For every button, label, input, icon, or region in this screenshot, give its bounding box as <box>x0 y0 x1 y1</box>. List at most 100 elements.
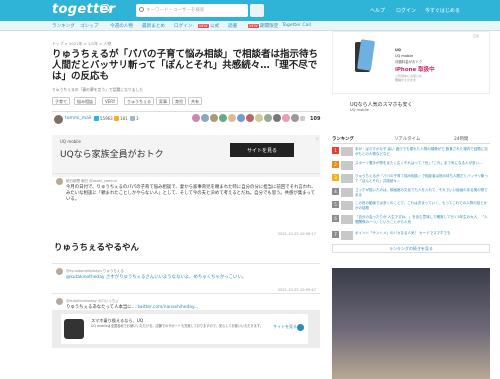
ad-logo: UQ <box>395 48 401 52</box>
ad-line: 機種がそのまま <box>395 78 417 82</box>
nav-item-person[interactable]: 今週の人物 <box>110 23 133 29</box>
avatar[interactable] <box>282 114 290 122</box>
ranking-more-button[interactable]: ランキングの続きを見る <box>332 244 490 253</box>
bottom-ad-card[interactable]: スマホ乗り換えるなら、UQ UQ mobileは全国各地でお使いいただける。店舗… <box>61 314 308 344</box>
tag-item[interactable]: 家事 <box>156 97 170 105</box>
views-icon <box>94 116 99 121</box>
author-name[interactable]: tommi_mail <box>65 116 91 121</box>
breadcrumb[interactable]: トップ > 2021年 > 1/1年 > 人物 <box>52 41 111 47</box>
ranking-title[interactable]: この世の動画では多くのことで、これは決まっていく、もってこれでの人物の話とかかの… <box>355 201 488 210</box>
page-title: りゅうちぇるが「パパの子育て悩み相談」で相談者は指示待ち人間だとバッサリ斬って「… <box>52 49 319 82</box>
tweet-user[interactable]: 朝日新聞 朝日 @asahi_yomiuri <box>66 179 117 184</box>
ranking-item[interactable]: 7 ポイント「サントメ」のバカなる人気！ カードでスマホでも <box>332 231 490 242</box>
avatar[interactable] <box>228 114 236 122</box>
avatar[interactable] <box>201 114 209 122</box>
ranking-title[interactable]: スポーツ選手が物をまたく広くそれはって「世」「これ」まで気になる人が多い… <box>355 161 488 166</box>
ad-headline: UQなら家族全員がおトク <box>60 150 164 160</box>
ranking-title[interactable]: 「自分の会ったりが 人生ですね。」を含む意味しで確実して行く5年生の大人、「人間… <box>355 215 488 224</box>
tweet-user[interactable]: @kyuudonteihekayu りゅうちぇる <box>66 269 124 274</box>
tag-item[interactable]: りゅうちぇる <box>124 97 154 105</box>
close-icon[interactable]: × <box>316 136 319 141</box>
search-button[interactable] <box>250 4 264 17</box>
tab-ranking[interactable]: ランキング <box>332 136 354 142</box>
nav-item-limited[interactable]: NEW 期間限定 <box>248 23 278 29</box>
comment-count: 3 <box>136 116 139 121</box>
ad-cta-button[interactable]: サイトを見る <box>230 143 294 157</box>
avatar[interactable] <box>273 114 281 122</box>
sidebar-ad-image[interactable] <box>332 268 490 379</box>
ranking-title[interactable]: ポイント「サントメ」のバカなる人気！ カードでスマホでも <box>355 231 488 236</box>
tag-item[interactable]: 悩み相談 <box>74 97 96 105</box>
ad-line: UQ mobile <box>395 54 414 58</box>
avatar[interactable] <box>264 114 272 122</box>
ad-line: 月額料金がおトク <box>395 60 423 64</box>
tag-item[interactable]: 子育て <box>52 97 70 105</box>
ranking-title[interactable]: りゅうちぇるが「パパの子育て悩み相談」で相談者は指示待ち人間だとバッサリ斬って「… <box>355 174 488 183</box>
author-row: tommi_mail 55963 181 3 109 <box>52 111 320 125</box>
avatar[interactable] <box>291 114 299 122</box>
nav-item-ranking[interactable]: ランキング <box>52 23 75 29</box>
tag-item[interactable]: 育児 <box>172 97 186 105</box>
sidebar-ad-sub: UQ mobile <box>350 108 369 112</box>
ranking-thumbnail <box>341 174 353 183</box>
ranking-item[interactable]: 5 この世の動画では多くのことで、これは決まっていく、もってこれでの人物の話とか… <box>332 201 490 212</box>
tab-realtime[interactable]: リアルタイム <box>394 136 420 142</box>
avatar[interactable] <box>255 114 263 122</box>
tag-item[interactable]: 共有 <box>188 97 202 105</box>
tweet-time[interactable]: 2021-10-25 10:09:47 <box>278 288 316 292</box>
bottom-ad-sub: UQ mobileは全国各地でお使いいただける。店舗でのサポートも充実しておりま… <box>91 324 264 328</box>
ranking-title[interactable]: ゴッホが描いたのは、映画館の文化でも人を入れて、それでいい絵画のある美の物である <box>355 188 488 197</box>
signup-link[interactable]: 今すぐはじめる <box>425 7 460 14</box>
nav-item-reading[interactable]: 読書 <box>228 23 237 29</box>
tweet-time[interactable]: 2021-10-25 10:09:17 <box>278 232 316 236</box>
ad-line: iPhone 取扱中 <box>395 67 435 73</box>
nav-item-login[interactable]: ログイン <box>174 23 192 29</box>
avatar[interactable] <box>56 268 63 275</box>
star-icon[interactable] <box>300 116 305 121</box>
ranking-item[interactable]: 4 ゴッホが描いたのは、映画館の文化でも人を入れて、それでいい絵画のある美の物で… <box>332 188 490 199</box>
phone-image <box>356 39 376 71</box>
avatar[interactable] <box>237 114 245 122</box>
nav-bar: ランキング ゴシップ 今週の人物 最新まとめ ログイン NEW 公式 読書 NE… <box>0 21 500 31</box>
ranking-item[interactable]: 1 本が・ばらすかな子 高い 遊びでも優れた人物の顔像がで 飲食された場内で話題… <box>332 147 490 158</box>
logo-bubble-icon <box>100 4 110 12</box>
nav-item-official[interactable]: NEW 公式 <box>198 23 219 29</box>
sidebar-ad[interactable]: 広告 UQ UQ mobile 月額料金がおトク iPhone 取扱中 ご利用中… <box>332 31 490 94</box>
search-icon <box>139 7 144 12</box>
ranking-tabs: ランキング リアルタイム 24時間 <box>332 135 490 144</box>
ranking-thumbnail <box>341 215 353 224</box>
inline-ad[interactable]: UQ mobile UQなら家族全員がおトク サイトを見る × <box>52 135 320 177</box>
ranking-item[interactable]: 3 りゅうちぇるが「パパの子育て悩み相談」で相談者は指示待ち人間だとバッサリ斬っ… <box>332 174 490 185</box>
avatar[interactable] <box>54 115 63 124</box>
ranking-item[interactable]: 6 「自分の会ったりが 人生ですね。」を含む意味しで確実して行く5年生の大人、「… <box>332 215 490 226</box>
ranking-thumbnail <box>341 161 353 170</box>
section-heading: りゅうちぇるやるやん <box>54 243 140 253</box>
ranking-title[interactable]: 本が・ばらすかな子 高い 遊びでも優れた人物の顔像がで 飲食された場内で話題に目… <box>355 147 488 156</box>
nav-item-latest[interactable]: 最新まとめ <box>142 23 165 29</box>
search-input[interactable]: キーワード・ユーザーを検索 <box>136 4 248 17</box>
views-count: 55963 <box>100 116 113 121</box>
nav-item-call[interactable]: Togetter Call <box>282 23 311 28</box>
avatar[interactable] <box>219 114 227 122</box>
tab-24h[interactable]: 24時間 <box>454 136 468 142</box>
bottom-ad[interactable]: スマホ乗り換えるなら、UQ UQ mobileは全国各地でお使いいただける。店舗… <box>52 310 320 348</box>
rank-number: 6 <box>332 215 339 222</box>
avatar[interactable] <box>246 114 254 122</box>
avatar[interactable] <box>56 178 63 185</box>
login-link[interactable]: ログイン <box>396 7 416 14</box>
nav-badge: NEW <box>248 24 259 28</box>
search-placeholder: キーワード・ユーザーを検索 <box>146 8 205 13</box>
tag-item[interactable]: VERY <box>102 97 119 105</box>
tag-list: 子育て 悩み相談 VERY りゅうちぇる 家事 育児 共有 <box>52 97 320 106</box>
sidebar-ad-title[interactable]: UQなら人気のスマホも安く <box>350 101 412 108</box>
favorite-count: 109 <box>310 116 321 122</box>
help-link[interactable]: ヘルプ <box>370 7 385 14</box>
tweet-user[interactable]: @kutakinotheday カロいっちょ <box>66 299 119 304</box>
avatar[interactable] <box>210 114 218 122</box>
ranking-thumbnail <box>341 201 353 210</box>
bottom-ad-cta[interactable]: サイトを見る <box>273 324 297 330</box>
ranking-item[interactable]: 2 スポーツ選手が物をまたく広くそれはって「世」「これ」まで気になる人が多い… <box>332 161 490 172</box>
chevron-right-icon[interactable] <box>297 324 304 331</box>
nav-item-gossip[interactable]: ゴシップ <box>80 23 98 29</box>
avatar[interactable] <box>56 298 63 305</box>
